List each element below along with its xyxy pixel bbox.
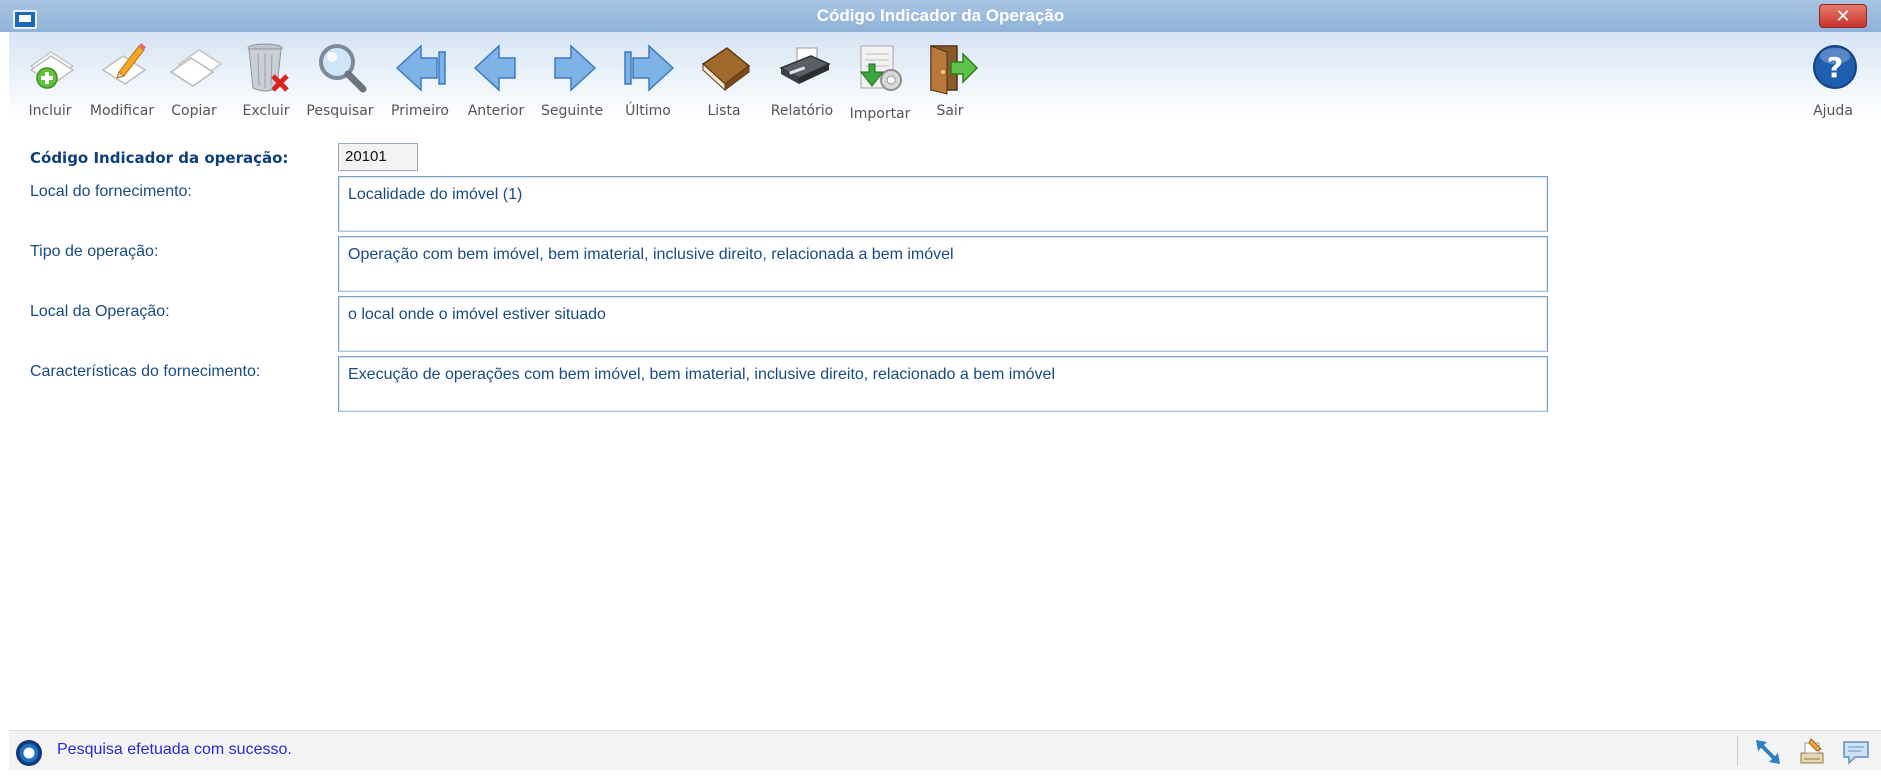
primeiro-label: Primeiro	[391, 103, 449, 119]
copy-document-icon	[169, 49, 223, 87]
caracteristicas-field[interactable]: Execução de operações com bem imóvel, be…	[338, 356, 1548, 412]
ajuda-button[interactable]: ? Ajuda	[1798, 38, 1868, 120]
status-logo-icon	[16, 740, 42, 766]
local-operacao-field[interactable]: o local onde o imóvel estiver situado	[338, 296, 1548, 352]
window-title: Código Indicador da Operação	[816, 6, 1065, 25]
exit-door-icon	[930, 45, 979, 95]
close-button[interactable]: ✕	[1819, 4, 1867, 28]
status-message: Pesquisa efetuada com sucesso.	[57, 741, 292, 758]
codigo-label: Código Indicador da operação:	[30, 149, 289, 167]
local-operacao-label: Local da Operação:	[30, 303, 170, 320]
book-list-icon	[701, 47, 751, 92]
anterior-button[interactable]: Anterior	[461, 38, 531, 120]
relatorio-label: Relatório	[770, 103, 834, 119]
add-document-icon	[29, 51, 75, 89]
local-fornecimento-label: Local do fornecimento:	[30, 183, 192, 200]
copiar-button[interactable]: Copiar	[159, 38, 229, 120]
seguinte-label: Seguinte	[540, 103, 604, 119]
modificar-button[interactable]: Modificar	[87, 38, 157, 120]
ultimo-label: Último	[625, 103, 671, 119]
trash-delete-icon	[247, 43, 289, 92]
first-arrow-icon	[395, 44, 446, 92]
codigo-input[interactable]: 20101	[338, 143, 418, 171]
anterior-label: Anterior	[467, 103, 525, 119]
incluir-label: Incluir	[28, 103, 72, 119]
excluir-label: Excluir	[242, 103, 290, 119]
toolbar: Incluir Modificar Copiar Excluir Pesquis…	[9, 32, 1881, 122]
status-bar: Pesquisa efetuada com sucesso.	[9, 730, 1881, 770]
previous-arrow-icon	[473, 44, 516, 92]
svg-text:?: ?	[1827, 51, 1843, 84]
lista-button[interactable]: Lista	[689, 38, 759, 120]
importar-button[interactable]: Importar	[845, 38, 915, 122]
caracteristicas-label: Características do fornecimento:	[30, 363, 261, 380]
search-icon	[319, 44, 367, 93]
relatorio-button[interactable]: Relatório	[767, 38, 837, 120]
primeiro-button[interactable]: Primeiro	[385, 38, 455, 120]
local-fornecimento-field[interactable]: Localidade do imóvel (1)	[338, 176, 1548, 232]
incluir-button[interactable]: Incluir	[15, 38, 85, 120]
help-icon: ?	[1813, 45, 1857, 89]
sair-button[interactable]: Sair	[915, 38, 985, 120]
ultimo-button[interactable]: Último	[613, 38, 683, 120]
printer-settings-icon[interactable]	[1797, 737, 1827, 767]
ajuda-label: Ajuda	[1813, 103, 1853, 119]
chat-message-icon[interactable]	[1841, 737, 1871, 767]
tipo-operacao-field[interactable]: Operação com bem imóvel, bem imaterial, …	[338, 236, 1548, 292]
tipo-operacao-label: Tipo de operação:	[30, 243, 159, 260]
edit-document-icon	[101, 43, 147, 85]
resize-arrow-icon[interactable]	[1753, 737, 1783, 767]
seguinte-button[interactable]: Seguinte	[537, 38, 607, 120]
lista-label: Lista	[707, 103, 741, 119]
copiar-label: Copiar	[171, 103, 217, 119]
last-arrow-icon	[624, 44, 675, 92]
excluir-button[interactable]: Excluir	[231, 38, 301, 120]
title-bar[interactable]: Código Indicador da Operação ✕	[0, 0, 1881, 32]
pesquisar-label: Pesquisar	[306, 103, 374, 119]
modificar-label: Modificar	[89, 103, 155, 119]
sair-label: Sair	[936, 103, 964, 119]
import-icon	[859, 45, 902, 91]
status-separator	[1737, 736, 1738, 766]
next-arrow-icon	[554, 44, 597, 92]
printer-icon	[779, 47, 831, 84]
pesquisar-button[interactable]: Pesquisar	[305, 38, 375, 120]
